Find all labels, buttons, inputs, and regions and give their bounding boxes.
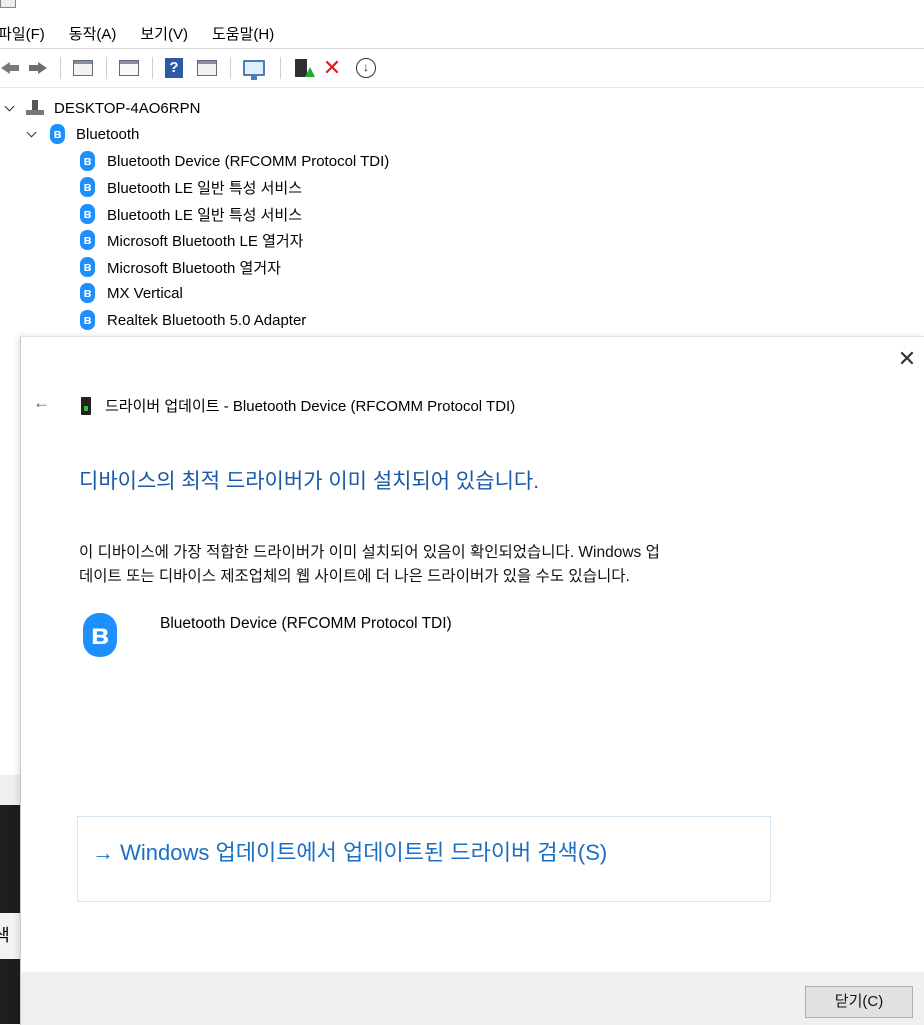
bluetooth-icon: ʙ [80, 310, 95, 330]
device-name: Bluetooth Device (RFCOMM Protocol TDI) [160, 615, 452, 632]
device-label: MX Vertical [107, 284, 183, 302]
computer-name: DESKTOP-4AO6RPN [54, 99, 201, 117]
tree-device-item[interactable]: ʙ Realtek Bluetooth 5.0 Adapter [80, 308, 306, 332]
tree-device-item[interactable]: ʙ Microsoft Bluetooth 열거자 [80, 255, 281, 279]
description-line: 이 디바이스에 가장 적합한 드라이버가 이미 설치되어 있음이 확인되었습니다… [79, 544, 660, 561]
computer-icon [26, 100, 44, 116]
menu-help[interactable]: 도움말(H) [212, 21, 274, 46]
toolbar: ? ✕ ↓ [0, 48, 924, 88]
toolbar-separator [230, 57, 231, 79]
app-icon [0, 0, 16, 8]
device-label: Bluetooth LE 일반 특성 서비스 [107, 179, 303, 197]
category-label: Bluetooth [76, 125, 140, 143]
tree-device-item[interactable]: ʙ MX Vertical [80, 281, 183, 305]
device-label: Realtek Bluetooth 5.0 Adapter [107, 311, 307, 329]
bluetooth-icon: ʙ [80, 151, 95, 171]
background-window-bar [0, 775, 20, 805]
tree-device-item[interactable]: ʙ Bluetooth LE 일반 특성 서비스 [80, 202, 302, 226]
toolbar-separator [60, 57, 61, 79]
forward-arrow-icon[interactable] [26, 57, 50, 79]
windows-update-search-link[interactable]: → Windows 업데이트에서 업데이트된 드라이버 검색(S) [77, 816, 771, 902]
bluetooth-icon: ʙ [80, 230, 95, 250]
menu-file[interactable]: 파일(F) [0, 21, 45, 46]
uninstall-icon[interactable]: ✕ [320, 57, 344, 79]
bluetooth-icon: ʙ [80, 204, 95, 224]
dialog-header: 드라이버 업데이트 - Bluetooth Device (RFCOMM Pro… [81, 395, 515, 416]
view-icon[interactable] [194, 57, 220, 79]
device-manager-title-bar [0, 0, 924, 10]
menu-bar: 파일(F) 동작(A) 보기(V) 도움말(H) [0, 18, 924, 48]
device-driver-icon [81, 396, 91, 415]
tree-node-computer[interactable]: DESKTOP-4AO6RPN [4, 96, 200, 120]
close-button[interactable]: 닫기(C) [805, 986, 913, 1018]
result-description: 이 디바이스에 가장 적합한 드라이버가 이미 설치되어 있음이 확인되었습니다… [79, 541, 819, 589]
tree-node-bluetooth[interactable]: ʙ Bluetooth [26, 122, 139, 146]
bluetooth-icon: ʙ [83, 613, 117, 657]
tree-device-item[interactable]: ʙ Microsoft Bluetooth LE 열거자 [80, 228, 303, 252]
chevron-down-icon[interactable] [26, 128, 38, 140]
result-headline: 디바이스의 최적 드라이버가 이미 설치되어 있습니다. [79, 470, 540, 493]
properties-icon[interactable] [116, 57, 142, 79]
device-label: Bluetooth LE 일반 특성 서비스 [107, 206, 303, 224]
tree-device-item[interactable]: ʙ Bluetooth LE 일반 특성 서비스 [80, 175, 302, 199]
device-label: Bluetooth Device (RFCOMM Protocol TDI) [107, 152, 390, 170]
description-line: 데이트 또는 디바이스 제조업체의 웹 사이트에 더 나은 드라이버가 있을 수… [79, 568, 630, 585]
menu-action[interactable]: 동작(A) [69, 21, 117, 46]
search-link-label: → Windows 업데이트에서 업데이트된 드라이버 검색(S) [92, 840, 608, 865]
scan-hardware-icon[interactable] [240, 57, 268, 80]
bluetooth-icon: ʙ [80, 177, 95, 197]
update-driver-dialog: ✕ ← 드라이버 업데이트 - Bluetooth Device (RFCOMM… [20, 336, 924, 1025]
close-icon[interactable]: ✕ [897, 348, 917, 370]
bluetooth-icon: ʙ [80, 257, 95, 277]
chevron-down-icon[interactable] [4, 102, 16, 114]
update-driver-icon[interactable] [290, 57, 315, 79]
device-label: Microsoft Bluetooth 열거자 [107, 259, 281, 277]
back-arrow-icon[interactable]: ← [33, 393, 50, 413]
download-icon[interactable]: ↓ [354, 57, 378, 79]
toolbar-separator [280, 57, 281, 79]
bluetooth-icon: ʙ [50, 124, 65, 144]
dialog-title: 드라이버 업데이트 - Bluetooth Device (RFCOMM Pro… [105, 398, 516, 415]
tree-device-item[interactable]: ʙ Bluetooth Device (RFCOMM Protocol TDI) [80, 149, 389, 173]
toolbar-separator [152, 57, 153, 79]
dialog-footer: 닫기(C) [21, 972, 924, 1025]
bluetooth-icon: ʙ [80, 283, 95, 303]
help-icon[interactable]: ? [162, 57, 186, 79]
background-search-text: 색 [0, 913, 20, 959]
background-window-edge [0, 775, 20, 1024]
console-tree-icon[interactable] [70, 57, 96, 79]
device-label: Microsoft Bluetooth LE 열거자 [107, 232, 304, 250]
back-arrow-icon[interactable] [0, 57, 20, 79]
toolbar-separator [106, 57, 107, 79]
menu-view[interactable]: 보기(V) [140, 21, 188, 46]
